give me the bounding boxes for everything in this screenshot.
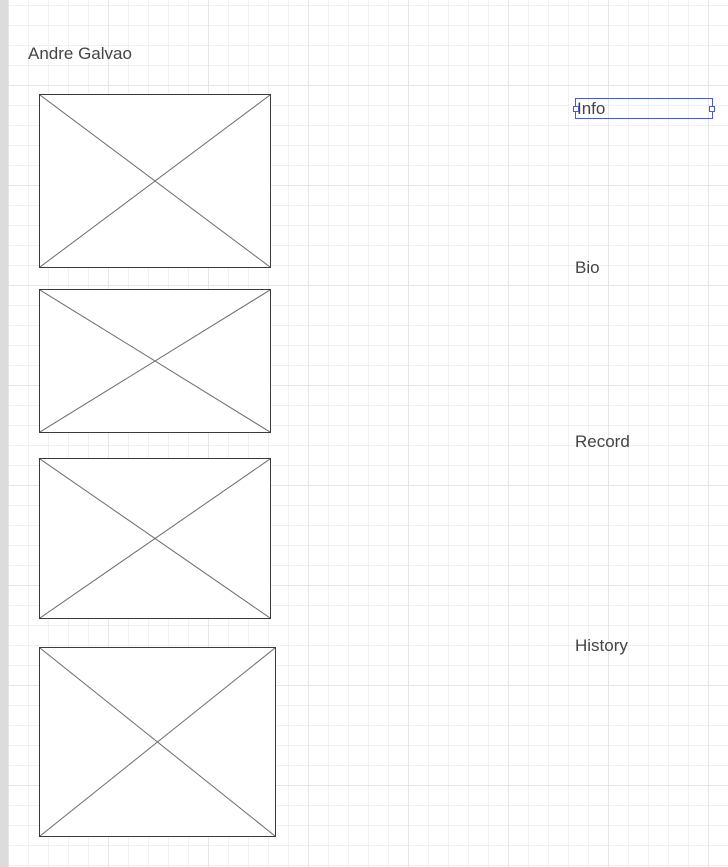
nav-bio-label[interactable]: Bio [575,258,600,278]
nav-info-label[interactable]: Info [577,99,605,119]
image-placeholder-3[interactable] [39,458,271,619]
resize-handle-left[interactable] [573,106,579,112]
page-title[interactable]: Andre Galvao [28,44,132,64]
canvas-left-edge [0,0,8,867]
nav-history-label[interactable]: History [575,636,628,656]
image-placeholder-icon [40,648,275,836]
image-placeholder-icon [40,290,270,432]
image-placeholder-4[interactable] [39,647,276,837]
image-placeholder-1[interactable] [39,94,271,268]
nav-info-selected[interactable]: Info [573,98,715,119]
image-placeholder-icon [40,95,270,267]
image-placeholder-2[interactable] [39,289,271,433]
image-placeholder-icon [40,459,270,618]
resize-handle-right[interactable] [709,106,715,112]
nav-record-label[interactable]: Record [575,432,630,452]
